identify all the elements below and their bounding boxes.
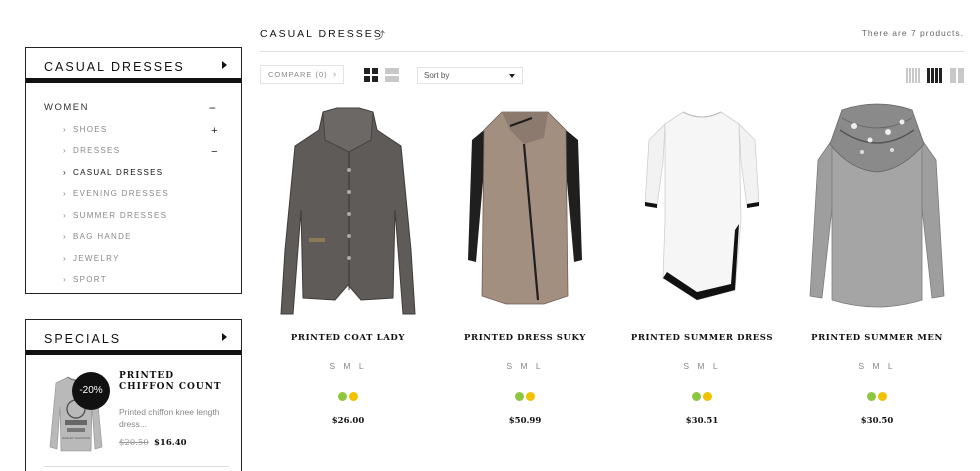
special-product-description: Printed chiffon knee length dress...	[119, 407, 220, 429]
compare-label: COMPARE (0)	[268, 70, 328, 79]
page-title: CASUAL DRESSES	[260, 28, 383, 40]
special-product-name[interactable]: PRINTED CHIFFON COUNT	[119, 371, 229, 393]
product-sizes[interactable]: S M L	[617, 361, 787, 371]
product-sizes[interactable]: S M L	[792, 361, 962, 371]
divider	[260, 51, 964, 52]
product-price: $30.50	[860, 416, 894, 426]
category-item-bag-hande[interactable]: › BAG HANDE	[63, 232, 223, 246]
compare-button[interactable]: COMPARE (0) ›	[260, 65, 344, 84]
color-swatch-yellow[interactable]	[526, 392, 535, 401]
chevron-right-icon: ›	[63, 254, 67, 263]
sort-select-label: Sort by	[424, 71, 450, 80]
product-image[interactable]	[440, 100, 610, 320]
chevron-down-icon	[509, 74, 515, 78]
category-item-jewelry[interactable]: › JEWELRY	[63, 254, 223, 268]
color-swatches	[263, 388, 433, 406]
product-card[interactable]: PRINTED SUMMER MEN S M L $30.50	[792, 100, 962, 440]
product-card[interactable]: PRINTED DRESS SUKY S M L $50.99	[440, 100, 610, 440]
category-item-label: JEWELRY	[73, 254, 120, 263]
color-swatch-green[interactable]	[867, 392, 876, 401]
special-product-print: HARLEY DAVIDSON	[62, 436, 90, 440]
chevron-right-icon: ›	[63, 232, 67, 241]
color-swatch-green[interactable]	[338, 392, 347, 401]
product-price: $30.51	[685, 416, 719, 426]
chevron-right-icon: ›	[63, 189, 67, 198]
product-name[interactable]: PRINTED SUMMER MEN	[792, 333, 962, 343]
product-sizes[interactable]: S M L	[440, 361, 610, 371]
collapse-icon[interactable]: −	[209, 146, 221, 158]
product-name[interactable]: PRINTED DRESS SUKY	[440, 333, 610, 343]
discount-badge: -20%	[72, 372, 110, 410]
specials-block: SPECIALS HARLEY DAVIDSON -20% PRINTED CH…	[25, 319, 242, 471]
product-card[interactable]: PRINTED COAT LADY S M L $26.00	[263, 100, 433, 440]
special-new-price: $16.40	[154, 438, 187, 448]
category-item-label: SPORT	[73, 275, 107, 284]
sort-select[interactable]: Sort by	[417, 67, 523, 84]
chevron-right-icon: ›	[63, 211, 67, 220]
product-sizes[interactable]: S M L	[263, 361, 433, 371]
chevron-right-icon: ›	[63, 168, 67, 177]
columns-4-icon[interactable]	[927, 68, 942, 83]
specials-block-header[interactable]: SPECIALS	[26, 320, 241, 355]
product-image[interactable]	[263, 100, 433, 320]
chevron-right-icon: ›	[333, 69, 337, 79]
category-block-header[interactable]: CASUAL DRESSES	[26, 48, 241, 83]
category-block: CASUAL DRESSES WOMEN − › SHOES + › DRESSES…	[25, 47, 242, 294]
color-swatch-yellow[interactable]	[878, 392, 887, 401]
grid-view-icon[interactable]	[364, 68, 378, 82]
color-swatch-green[interactable]	[692, 392, 701, 401]
chevron-right-icon: ›	[63, 275, 67, 284]
category-item-label: DRESSES	[73, 146, 121, 155]
chevron-right-icon: ›	[63, 146, 67, 155]
color-swatch-yellow[interactable]	[349, 392, 358, 401]
divider	[44, 466, 229, 467]
chevron-right-icon: ›	[63, 125, 67, 134]
product-image[interactable]	[792, 100, 962, 320]
category-item-casual-dresses[interactable]: › CASUAL DRESSES	[63, 168, 223, 182]
category-item-label: SHOES	[73, 125, 108, 134]
specials-block-title: SPECIALS	[44, 332, 122, 346]
product-card[interactable]: PRINTED SUMMER DRESS S M L $30.51	[617, 100, 787, 440]
color-swatch-green[interactable]	[515, 392, 524, 401]
category-block-title: CASUAL DRESSES	[44, 60, 185, 74]
product-name[interactable]: PRINTED SUMMER DRESS	[617, 333, 787, 343]
category-root-women[interactable]: WOMEN −	[44, 102, 224, 116]
color-swatches	[617, 388, 787, 406]
collapse-icon[interactable]: −	[207, 102, 219, 114]
arrow-right-icon[interactable]	[222, 333, 227, 341]
columns-2-icon[interactable]	[950, 68, 964, 83]
special-old-price: $20.50	[119, 438, 149, 448]
product-image[interactable]	[617, 100, 787, 320]
category-item-dresses[interactable]: › DRESSES −	[63, 146, 223, 160]
product-price: $50.99	[508, 416, 542, 426]
category-root-label: WOMEN	[44, 102, 89, 113]
product-count: There are 7 products.	[861, 28, 964, 38]
color-swatches	[440, 388, 610, 406]
category-item-evening-dresses[interactable]: › EVENING DRESSES	[63, 189, 223, 203]
columns-5-icon[interactable]	[906, 68, 920, 83]
list-view-icon[interactable]	[385, 68, 399, 82]
expand-icon[interactable]: +	[209, 125, 221, 137]
category-item-sport[interactable]: › SPORT	[63, 275, 223, 289]
category-item-label: CASUAL DRESSES	[73, 168, 164, 177]
color-swatch-yellow[interactable]	[703, 392, 712, 401]
category-item-summer-dresses[interactable]: › SUMMER DRESSES	[63, 211, 223, 225]
category-item-label: EVENING DRESSES	[73, 189, 169, 198]
product-price: $26.00	[331, 416, 365, 426]
product-name[interactable]: PRINTED COAT LADY	[263, 333, 433, 343]
sort-icon[interactable]: ⤴	[375, 27, 385, 42]
arrow-right-icon[interactable]	[222, 61, 227, 69]
color-swatches	[792, 388, 962, 406]
category-item-label: BAG HANDE	[73, 232, 132, 241]
category-item-label: SUMMER DRESSES	[73, 211, 168, 220]
category-item-shoes[interactable]: › SHOES +	[63, 125, 223, 139]
